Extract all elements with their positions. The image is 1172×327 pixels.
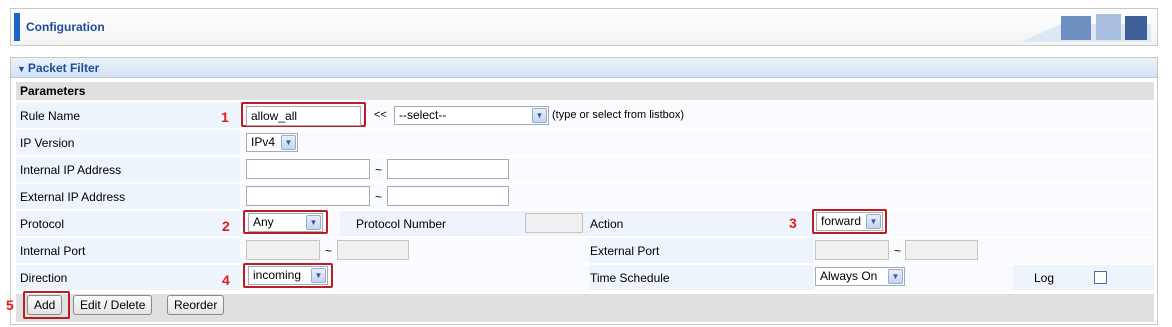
edit-delete-button[interactable]: Edit / Delete: [73, 295, 153, 315]
rule-name-select-value: --select--: [399, 108, 447, 122]
ip-version-row: IP Version IPv4 ▼: [16, 130, 1154, 155]
protocol-select[interactable]: Any ▼: [248, 213, 323, 232]
protocol-number-input[interactable]: [525, 213, 583, 233]
callout-1: 1: [221, 109, 229, 125]
ip-version-select[interactable]: IPv4 ▼: [246, 133, 298, 152]
chevron-down-icon: ▼: [888, 269, 903, 284]
rule-name-label: Rule Name: [20, 109, 81, 123]
header-decoration-image: [1021, 14, 1151, 42]
range-separator: ~: [375, 163, 383, 177]
internal-port-label: Internal Port: [20, 244, 86, 258]
section-title: Parameters: [20, 84, 86, 98]
external-port-to-input[interactable]: [905, 240, 978, 260]
protocol-row: Protocol 2 Any ▼ Protocol Number Action …: [16, 209, 1154, 236]
external-ip-row: External IP Address ~: [16, 184, 1154, 209]
arrows-text: <<: [374, 109, 387, 121]
range-separator: ~: [375, 190, 383, 204]
time-schedule-select[interactable]: Always On ▼: [815, 267, 905, 286]
callout-2: 2: [222, 218, 230, 234]
external-port-from-input[interactable]: [815, 240, 889, 260]
chevron-down-icon: ▼: [281, 135, 296, 150]
internal-ip-to-input[interactable]: [387, 159, 509, 179]
panel-header[interactable]: ▼ Packet Filter: [11, 58, 1157, 78]
protocol-number-label: Protocol Number: [356, 217, 447, 231]
action-select[interactable]: forward ▼: [816, 212, 883, 231]
ports-row: Internal Port ~ External Port ~: [16, 238, 1154, 263]
page-title: Configuration: [26, 20, 105, 34]
button-bar: Add Edit / Delete Reorder: [16, 291, 1154, 322]
external-ip-to-input[interactable]: [387, 186, 509, 206]
callout-5: 5: [6, 297, 14, 313]
header-accent: [14, 13, 20, 41]
log-label: Log: [1034, 271, 1055, 285]
chevron-down-icon: ▼: [532, 108, 547, 123]
ip-version-value: IPv4: [251, 135, 276, 149]
internal-ip-row: Internal IP Address ~: [16, 157, 1154, 182]
add-button[interactable]: Add: [27, 295, 63, 315]
ip-version-label: IP Version: [20, 136, 75, 150]
parameters-section: Parameters: [16, 82, 1154, 100]
direction-label: Direction: [20, 271, 68, 285]
reorder-button[interactable]: Reorder: [167, 295, 225, 315]
config-header: Configuration: [10, 8, 1158, 46]
panel-title-wrap: ▼ Packet Filter: [17, 61, 99, 75]
callout-4: 4: [222, 272, 230, 288]
chevron-down-icon: ▼: [306, 215, 321, 230]
direction-select[interactable]: incoming ▼: [248, 266, 328, 285]
internal-ip-from-input[interactable]: [246, 159, 370, 179]
direction-value: incoming: [253, 268, 302, 282]
callout-3: 3: [789, 215, 797, 231]
packet-filter-panel: ▼ Packet Filter Parameters Rule Name 1 al…: [10, 57, 1158, 325]
protocol-value: Any: [253, 215, 274, 229]
log-checkbox[interactable]: [1094, 271, 1107, 284]
range-separator: ~: [325, 244, 333, 258]
range-separator: ~: [894, 244, 902, 258]
time-schedule-value: Always On: [820, 269, 878, 283]
ip-version-cell: [240, 130, 1154, 155]
internal-port-from-input[interactable]: [246, 240, 320, 260]
external-port-label: External Port: [590, 244, 660, 258]
time-schedule-label: Time Schedule: [590, 271, 670, 285]
chevron-down-icon: ▼: [311, 268, 326, 283]
rule-name-input[interactable]: allow_all: [246, 106, 361, 126]
external-ip-label: External IP Address: [20, 190, 126, 204]
direction-row: Direction 4 incoming ▼ Time Schedule Alw…: [16, 263, 1154, 290]
protocol-label: Protocol: [20, 217, 65, 231]
panel-title: Packet Filter: [27, 61, 100, 75]
rule-name-row: Rule Name 1 allow_all << --select-- ▼ (t…: [16, 102, 1154, 128]
external-ip-from-input[interactable]: [246, 186, 370, 206]
action-value: forward: [821, 214, 862, 228]
collapse-triangle-icon[interactable]: ▼: [17, 64, 26, 74]
internal-ip-label: Internal IP Address: [20, 163, 122, 177]
internal-port-to-input[interactable]: [337, 240, 409, 260]
chevron-down-icon: ▼: [866, 214, 881, 229]
action-label: Action: [590, 217, 624, 231]
rule-name-hint: (type or select from listbox): [552, 109, 685, 121]
rule-name-select[interactable]: --select-- ▼: [394, 106, 549, 125]
